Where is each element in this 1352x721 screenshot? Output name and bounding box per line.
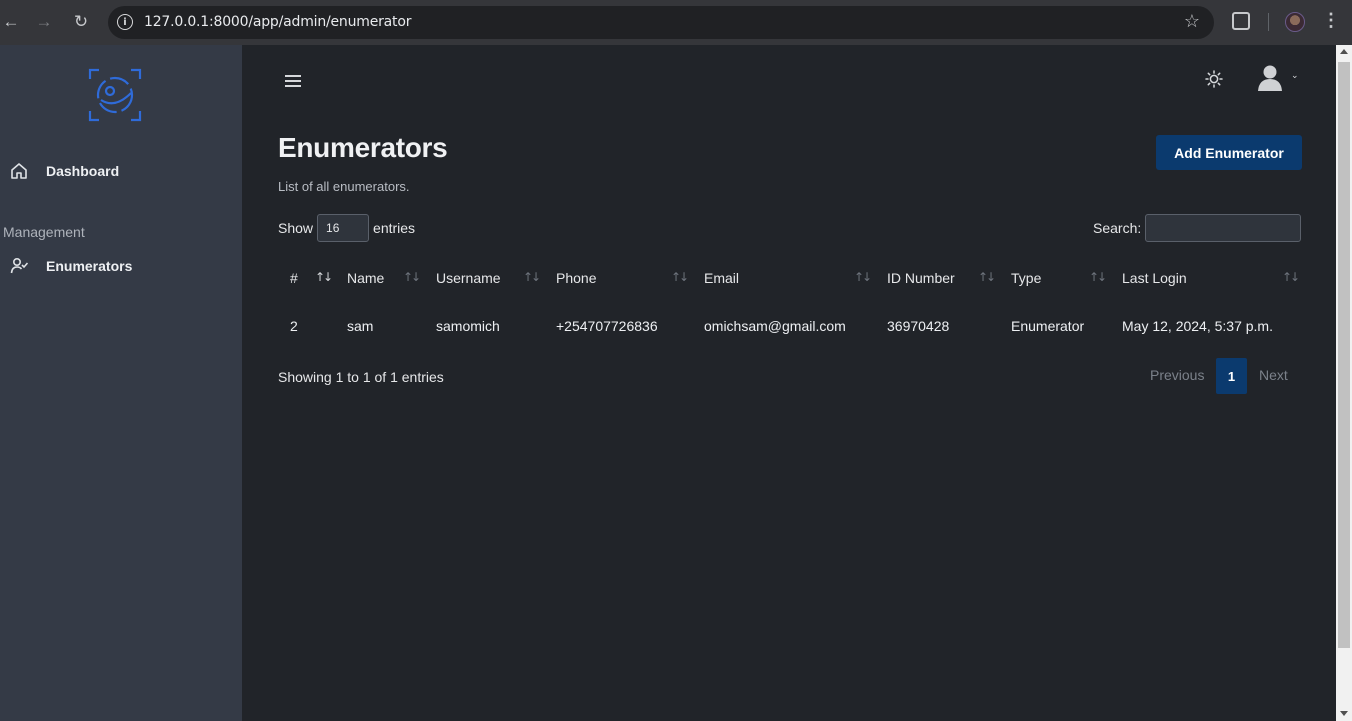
sort-icon[interactable]: ↑↓ [403,270,421,284]
table-cell-email: omichsam@gmail.com [704,318,846,334]
sort-icon[interactable]: ↑↓ [978,270,996,284]
app-logo-icon[interactable] [87,67,143,123]
kebab-menu-icon[interactable]: ⋮ [1322,10,1340,31]
table-cell-last-login: May 12, 2024, 5:37 p.m. [1122,318,1273,334]
toolbar-divider [1268,13,1269,31]
add-enumerator-button[interactable]: Add Enumerator [1156,135,1302,170]
sun-icon[interactable] [1205,70,1223,88]
scroll-up-arrow-icon[interactable] [1340,49,1348,54]
reload-icon[interactable]: ↻ [70,11,92,33]
column-header-phone[interactable]: Phone [556,270,596,286]
previous-page-button[interactable]: Previous [1150,367,1204,383]
column-header-name[interactable]: Name [347,270,384,286]
column-header-type[interactable]: Type [1011,270,1041,286]
site-info-icon[interactable]: i [117,14,133,30]
sidebar-item-label: Enumerators [46,258,133,274]
scroll-down-arrow-icon[interactable] [1340,711,1348,716]
search-input[interactable] [1145,214,1302,242]
column-header-username[interactable]: Username [436,270,501,286]
sidebar-item-enumerators[interactable]: Enumerators [0,251,242,281]
browser-toolbar: ← → ↻ i 127.0.0.1:8000/app/admin/enumera… [0,0,1352,45]
table-cell-type: Enumerator [1011,318,1085,334]
profile-avatar[interactable] [1285,12,1305,32]
page-title: Enumerators [278,132,448,163]
main-content: ⌄ Enumerators List of all enumerators. A… [242,45,1336,721]
table-cell-username: samomich [436,318,500,334]
page-subtitle: List of all enumerators. [278,179,410,194]
hamburger-menu-icon[interactable] [285,75,301,87]
user-avatar-icon[interactable] [1256,63,1284,91]
show-label: Show [278,220,314,236]
page-button-1[interactable]: 1 [1216,358,1247,394]
sort-icon[interactable]: ↑↓ [315,270,333,284]
next-page-button[interactable]: Next [1259,367,1288,383]
address-url[interactable]: 127.0.0.1:8000/app/admin/enumerator [144,14,411,30]
sidebar-section-heading: Management [3,224,85,240]
user-check-icon [10,257,28,274]
sidebar-item-label: Dashboard [46,163,120,179]
sort-icon[interactable]: ↑↓ [854,270,872,284]
forward-arrow-icon[interactable]: → [33,11,55,33]
table-cell-name: sam [347,318,374,334]
column-header-last-login[interactable]: Last Login [1122,270,1187,286]
search-label: Search: [1093,220,1142,236]
table-cell-number: 2 [290,318,298,334]
sort-icon[interactable]: ↑↓ [523,270,541,284]
column-header-email[interactable]: Email [704,270,739,286]
search-control: Search: [1093,214,1302,242]
bookmark-star-icon[interactable]: ☆ [1184,11,1200,32]
sort-icon[interactable]: ↑↓ [1282,270,1300,284]
sort-icon[interactable]: ↑↓ [671,270,689,284]
scrollbar-thumb[interactable] [1338,62,1350,648]
address-bar[interactable]: i 127.0.0.1:8000/app/admin/enumerator ☆ [108,6,1214,39]
table-info: Showing 1 to 1 of 1 entries [278,369,444,385]
entries-label: entries [373,220,416,236]
sidebar: Dashboard Management Enumerators [0,45,242,721]
sort-icon[interactable]: ↑↓ [1089,270,1107,284]
extensions-icon[interactable] [1232,12,1250,30]
sidebar-item-dashboard[interactable]: Dashboard [0,156,242,186]
chevron-down-icon[interactable]: ⌄ [1291,70,1299,81]
entries-length-control: Show 16 entries [278,214,415,242]
column-header-id-number[interactable]: ID Number [887,270,955,286]
column-header-number[interactable]: # [290,270,298,286]
back-arrow-icon[interactable]: ← [0,11,22,33]
table-cell-phone: +254707726836 [556,318,658,334]
home-icon [11,163,27,179]
table-cell-id-number: 36970428 [887,318,950,334]
entries-select[interactable]: 16 [317,214,370,242]
